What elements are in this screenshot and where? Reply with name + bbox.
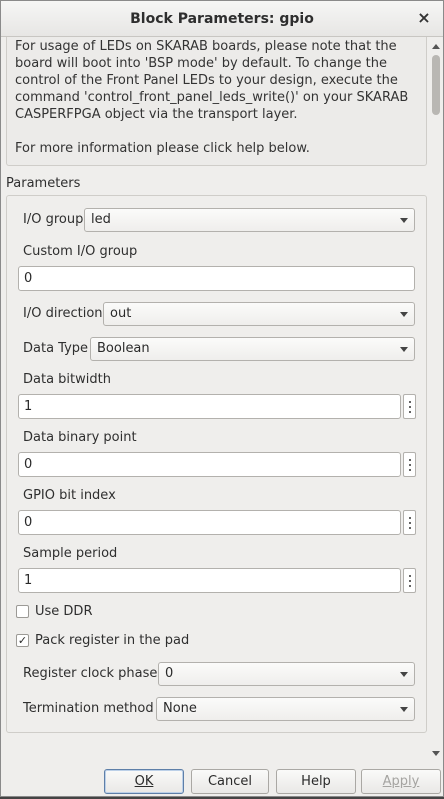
dialog-content: For usage of LEDs on SKARAB boards, plea… [1, 37, 429, 763]
description-panel: For usage of LEDs on SKARAB boards, plea… [6, 37, 427, 166]
help-button[interactable]: Help [276, 769, 356, 794]
ok-button-label: OK [134, 774, 154, 789]
button-bar: OK Cancel Help Apply [1, 763, 443, 796]
chevron-down-icon [400, 672, 408, 677]
more-options-icon[interactable] [403, 452, 416, 477]
cancel-button-label: Cancel [207, 774, 253, 789]
io-direction-value: out [110, 306, 132, 321]
data-type-value: Boolean [97, 341, 150, 356]
io-group-dropdown[interactable]: led [84, 208, 415, 232]
apply-button-label: Apply [382, 774, 420, 789]
io-group-label: I/O group [23, 212, 84, 227]
dialog-title: Block Parameters: gpio [130, 11, 314, 27]
chevron-down-icon [400, 347, 408, 352]
io-direction-label: I/O direction [23, 306, 103, 321]
data-bitwidth-label: Data bitwidth [23, 372, 111, 387]
termination-method-label: Termination method [23, 701, 154, 716]
help-button-label: Help [301, 774, 331, 789]
chevron-down-icon [400, 218, 408, 223]
gpio-bit-index-label: GPIO bit index [23, 488, 116, 503]
custom-io-group-input[interactable]: 0 [18, 266, 415, 291]
termination-method-dropdown[interactable]: None [156, 697, 415, 721]
scrollbar-thumb[interactable] [432, 55, 440, 115]
termination-method-value: None [163, 701, 197, 716]
apply-button: Apply [361, 769, 441, 794]
cancel-button[interactable]: Cancel [191, 769, 269, 794]
more-options-icon[interactable] [403, 394, 416, 419]
io-direction-dropdown[interactable]: out [103, 302, 415, 326]
chevron-down-icon [400, 707, 408, 712]
vertical-scrollbar[interactable] [429, 37, 443, 763]
scroll-down-icon[interactable] [432, 751, 440, 756]
pack-register-label: Pack register in the pad [35, 633, 190, 648]
scroll-up-icon[interactable] [432, 44, 440, 49]
gpio-bit-index-input[interactable]: 0 [18, 510, 401, 535]
block-parameters-dialog: Block Parameters: gpio × For usage of LE… [0, 0, 444, 797]
use-ddr-checkbox[interactable] [16, 605, 29, 618]
more-options-icon[interactable] [403, 510, 416, 535]
parameters-panel: I/O group led Custom I/O group 0 I/O dir… [6, 195, 427, 733]
io-group-value: led [91, 212, 111, 227]
use-ddr-label: Use DDR [35, 604, 93, 619]
register-clock-phase-dropdown[interactable]: 0 [158, 662, 415, 686]
custom-io-group-label: Custom I/O group [23, 244, 138, 259]
data-type-label: Data Type [23, 341, 89, 356]
pack-register-checkbox[interactable]: ✓ [16, 634, 29, 647]
more-options-icon[interactable] [403, 568, 416, 593]
sample-period-input[interactable]: 1 [18, 568, 401, 593]
close-icon[interactable]: × [415, 9, 433, 27]
parameters-section-label: Parameters [6, 176, 81, 191]
data-binary-point-label: Data binary point [23, 430, 137, 445]
register-clock-phase-label: Register clock phase [23, 666, 158, 681]
checkmark-icon: ✓ [17, 634, 28, 647]
title-bar[interactable]: Block Parameters: gpio × [1, 1, 443, 37]
register-clock-phase-value: 0 [165, 666, 174, 681]
sample-period-label: Sample period [23, 546, 118, 561]
data-bitwidth-input[interactable]: 1 [18, 394, 401, 419]
description-text: For usage of LEDs on SKARAB boards, plea… [15, 39, 409, 156]
data-type-dropdown[interactable]: Boolean [90, 337, 415, 361]
ok-button[interactable]: OK [104, 769, 184, 794]
data-binary-point-input[interactable]: 0 [18, 452, 401, 477]
chevron-down-icon [400, 312, 408, 317]
